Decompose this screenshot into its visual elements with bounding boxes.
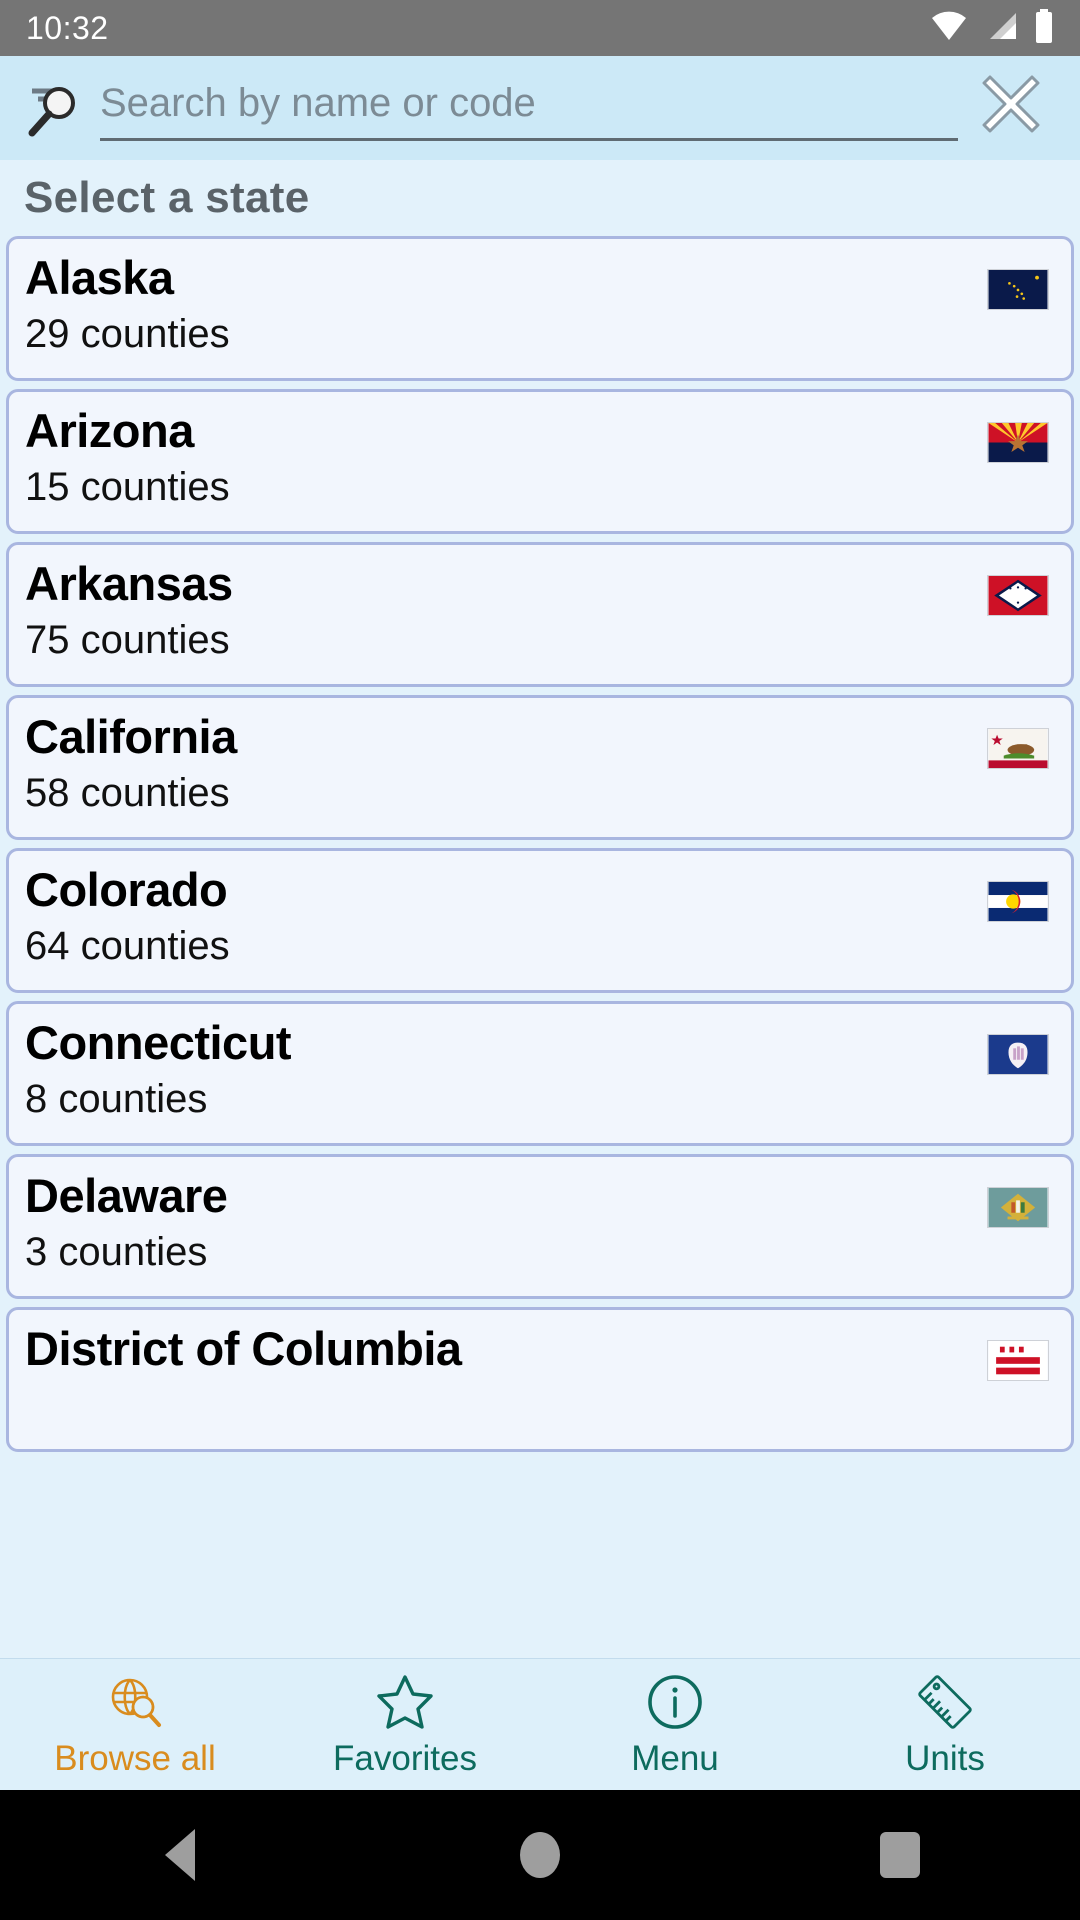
cellular-signal-icon	[984, 11, 1018, 46]
tab-favorites-label: Favorites	[333, 1738, 477, 1778]
info-circle-icon	[646, 1671, 704, 1733]
state-county-count: 15 counties	[25, 464, 230, 509]
tab-units-label: Units	[905, 1738, 985, 1778]
alaska-flag	[987, 269, 1049, 310]
search-input-wrapper	[100, 68, 958, 148]
state-list-item[interactable]: Arizona 15 counties	[6, 389, 1074, 534]
state-list-item[interactable]: Delaware 3 counties	[6, 1154, 1074, 1299]
battery-icon	[1034, 8, 1054, 48]
tab-menu-label: Menu	[631, 1738, 719, 1778]
state-list-item[interactable]: Connecticut 8 counties	[6, 1001, 1074, 1146]
tab-menu[interactable]: Menu	[540, 1659, 810, 1790]
clear-search-button[interactable]	[966, 62, 1058, 154]
tab-browse-all-label: Browse all	[54, 1738, 216, 1778]
bottom-tab-bar: Browse all Favorites Menu Units	[0, 1658, 1080, 1790]
star-outline-icon	[375, 1671, 435, 1733]
state-list-item[interactable]: California 58 counties	[6, 695, 1074, 840]
recents-square-icon[interactable]	[810, 1790, 990, 1920]
state-name: Delaware	[25, 1169, 228, 1222]
search-bar	[0, 56, 1080, 160]
ruler-icon	[915, 1671, 975, 1733]
arizona-flag	[987, 422, 1049, 463]
dc-flag	[987, 1340, 1049, 1381]
home-circle-icon[interactable]	[450, 1790, 630, 1920]
colorado-flag	[987, 881, 1049, 922]
state-name: Colorado	[25, 863, 228, 916]
state-county-count: 58 counties	[25, 770, 230, 815]
state-name: District of Columbia	[25, 1322, 462, 1375]
state-list[interactable]: Alaska 29 counties Arizona 15 counties Ark…	[0, 236, 1080, 1698]
california-flag	[987, 728, 1049, 769]
state-list-item[interactable]: Colorado 64 counties	[6, 848, 1074, 993]
status-bar: 10:32	[0, 0, 1080, 56]
tab-favorites[interactable]: Favorites	[270, 1659, 540, 1790]
connecticut-flag	[987, 1034, 1049, 1075]
status-bar-icons	[930, 8, 1054, 48]
state-list-item[interactable]: Arkansas 75 counties	[6, 542, 1074, 687]
state-county-count: 29 counties	[25, 311, 230, 356]
magnifier-icon	[22, 73, 92, 143]
state-name: Arizona	[25, 404, 194, 457]
state-name: Alaska	[25, 251, 174, 304]
arkansas-flag	[987, 575, 1049, 616]
state-county-count: 64 counties	[25, 923, 230, 968]
tab-browse-all[interactable]: Browse all	[0, 1659, 270, 1790]
state-list-item[interactable]: Alaska 29 counties	[6, 236, 1074, 381]
state-county-count: 75 counties	[25, 617, 230, 662]
globe-search-icon	[105, 1671, 165, 1733]
tab-units[interactable]: Units	[810, 1659, 1080, 1790]
status-bar-clock: 10:32	[26, 9, 109, 46]
wifi-icon	[930, 11, 968, 46]
page-title-label: Select a state	[24, 173, 310, 222]
page-title: Select a state	[0, 160, 1080, 236]
back-triangle-icon[interactable]	[90, 1790, 270, 1920]
state-name: Arkansas	[25, 557, 233, 610]
state-name: Connecticut	[25, 1016, 292, 1069]
android-nav-bar	[0, 1790, 1080, 1920]
state-county-count: 3 counties	[25, 1229, 208, 1274]
delaware-flag	[987, 1187, 1049, 1228]
state-name: California	[25, 710, 237, 763]
state-list-item[interactable]: District of Columbia	[6, 1307, 1074, 1452]
search-input[interactable]	[100, 75, 958, 141]
state-county-count: 8 counties	[25, 1076, 208, 1121]
